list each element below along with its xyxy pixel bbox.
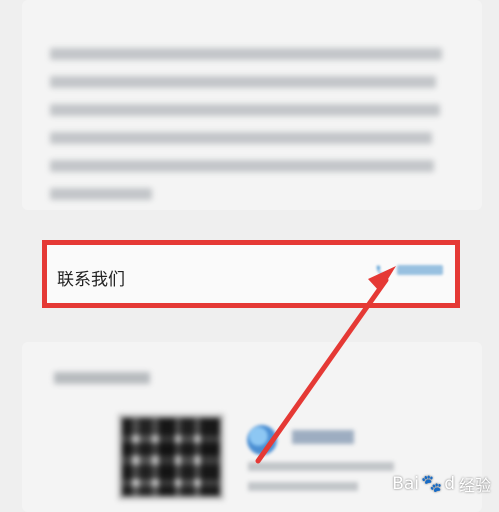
description-line-blurred bbox=[248, 482, 358, 491]
watermark-brand-suffix: d bbox=[444, 474, 455, 494]
qr-code-image bbox=[118, 414, 224, 500]
watermark-brand: Bai bbox=[392, 474, 420, 494]
description-line-blurred bbox=[248, 462, 394, 471]
contact-us-label: 联系我们 bbox=[57, 270, 125, 290]
app-logo-icon bbox=[247, 425, 277, 455]
watermark-cn: 经验 bbox=[458, 476, 491, 495]
intro-text-blurred bbox=[50, 48, 442, 216]
screen: 联系我们 Bai 🐾 d 经验 bbox=[0, 0, 499, 512]
phone-number[interactable] bbox=[375, 263, 443, 277]
brand-name-blurred bbox=[292, 430, 354, 444]
follow-us-title-blurred bbox=[54, 372, 150, 384]
watermark: Bai 🐾 d 经验 bbox=[392, 472, 491, 496]
contact-us-row[interactable]: 联系我们 bbox=[42, 240, 460, 308]
paw-icon: 🐾 bbox=[421, 474, 443, 494]
phone-number-blurred bbox=[397, 265, 443, 275]
phone-icon bbox=[375, 263, 389, 277]
